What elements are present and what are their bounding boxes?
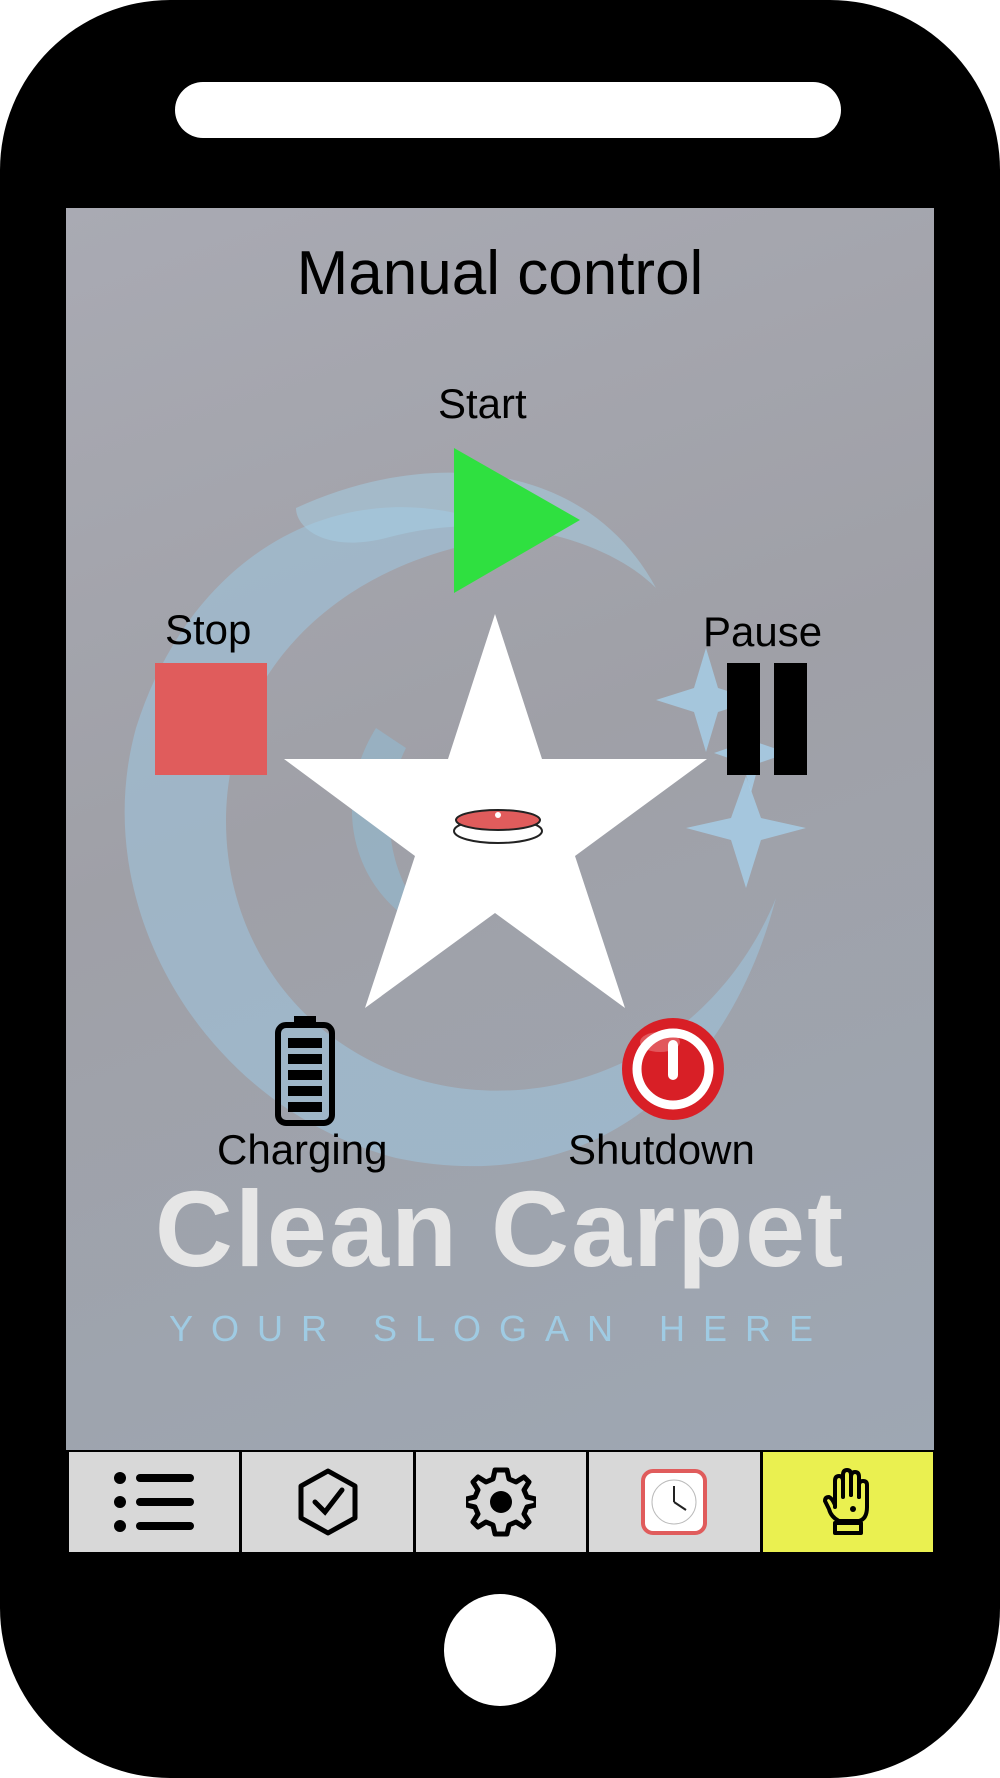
shutdown-button[interactable] (620, 1016, 726, 1122)
battery-button[interactable] (274, 1014, 336, 1126)
power-icon (622, 1018, 724, 1120)
pause-icon (727, 663, 807, 775)
robot-directional-pad[interactable] (284, 606, 708, 1016)
brand-slogan: YOUR SLOGAN HERE (168, 1308, 832, 1349)
start-label: Start (438, 380, 527, 427)
stop-icon (155, 663, 267, 775)
battery-icon (275, 1016, 335, 1126)
hand-icon (822, 1468, 869, 1535)
phone-frame: Manual control Start Stop Pause Charging… (0, 0, 1000, 1778)
clock-icon (641, 1469, 708, 1535)
app-screen: Manual control Start Stop Pause Charging… (66, 208, 934, 1450)
stop-button[interactable] (155, 663, 267, 775)
page-title: Manual control (296, 239, 704, 308)
tab-security[interactable] (242, 1452, 413, 1552)
robot-vacuum-icon (453, 809, 543, 844)
brand-name: Clean Carpet (154, 1168, 846, 1289)
tab-schedule[interactable] (589, 1452, 760, 1552)
shield-check-icon (298, 1468, 358, 1536)
tab-list[interactable] (69, 1452, 240, 1552)
home-button[interactable] (444, 1594, 556, 1706)
pause-button[interactable] (727, 663, 811, 775)
tab-manual-control[interactable] (762, 1452, 934, 1552)
play-icon (454, 448, 580, 593)
gear-icon (466, 1467, 537, 1537)
stop-label: Stop (165, 606, 252, 653)
start-button[interactable] (454, 448, 584, 598)
bottom-navbar (69, 1452, 934, 1552)
phone-speaker (175, 82, 841, 138)
list-icon (114, 1472, 195, 1532)
tab-settings[interactable] (415, 1452, 587, 1552)
pause-label: Pause (703, 608, 823, 655)
